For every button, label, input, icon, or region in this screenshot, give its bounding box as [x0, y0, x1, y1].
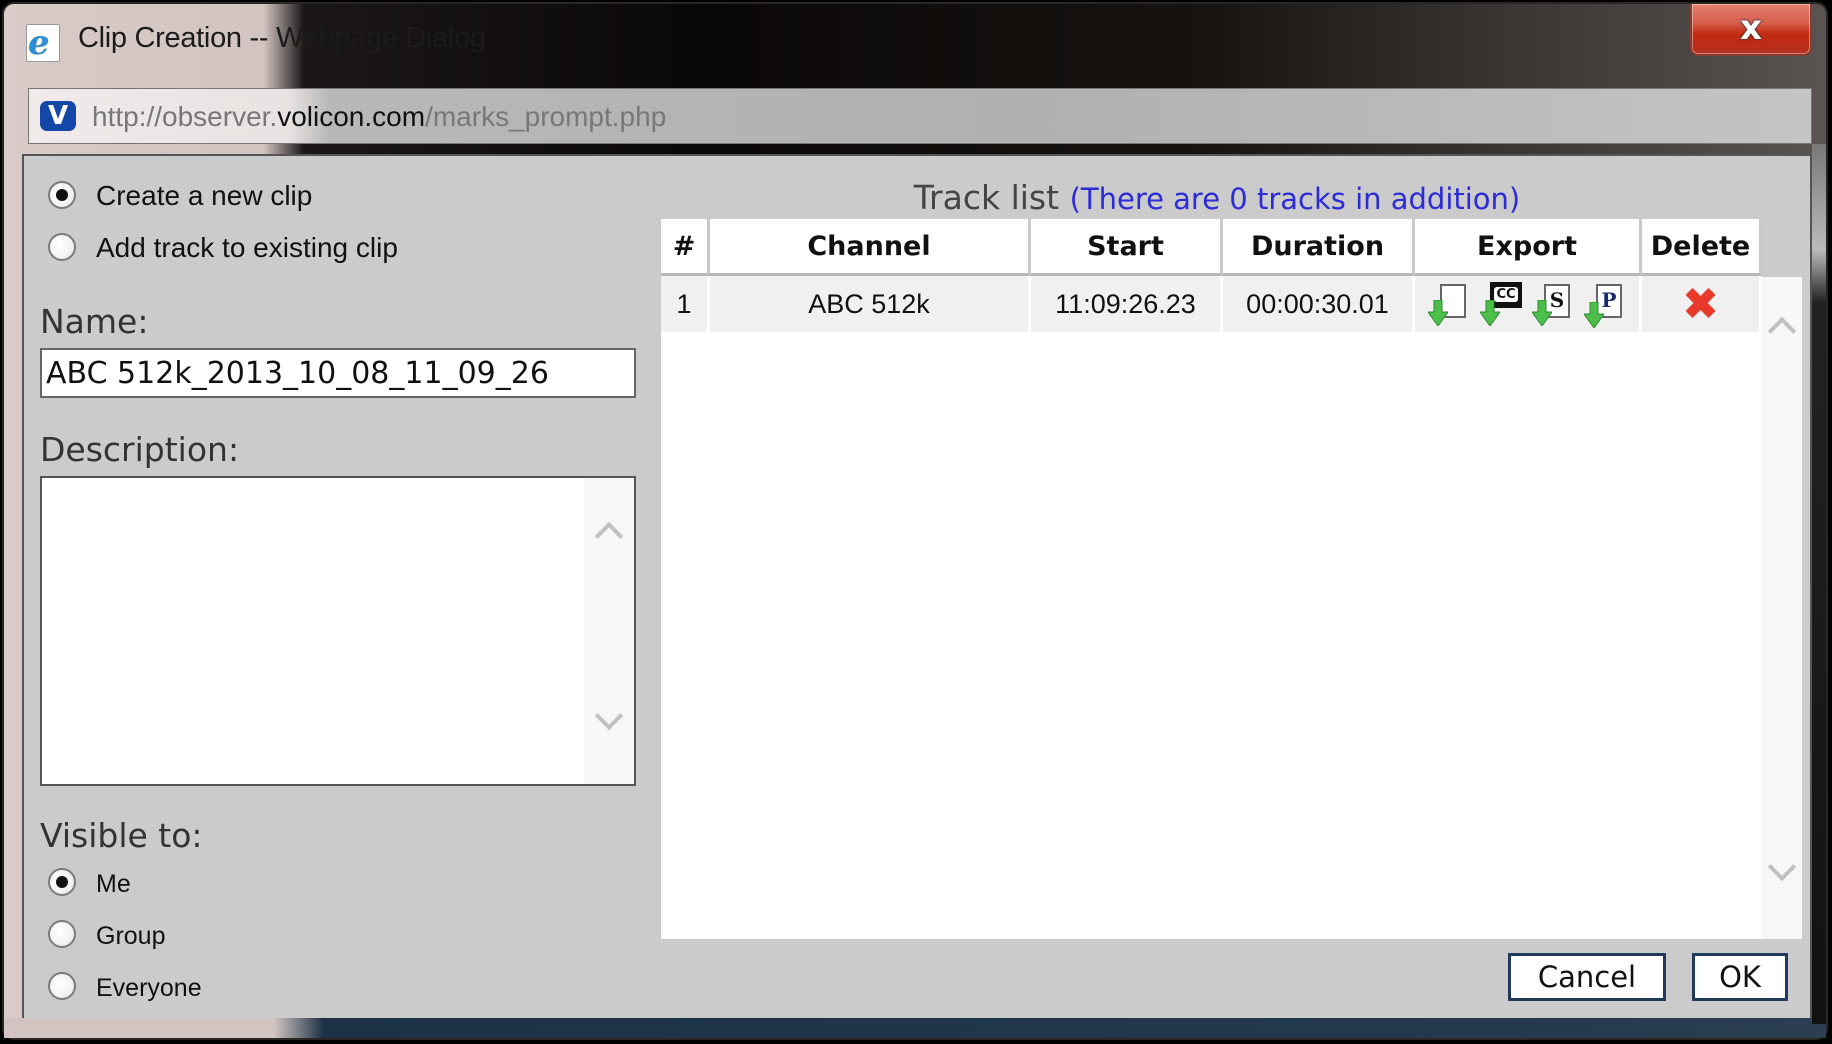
- name-input[interactable]: [40, 348, 636, 398]
- track-channel: ABC 512k: [710, 276, 1031, 332]
- url-path: /marks_prompt.php: [425, 101, 667, 132]
- track-duration: 00:00:30.01: [1223, 276, 1415, 332]
- track-delete-cell: ✖: [1642, 276, 1762, 332]
- track-index: 1: [661, 276, 710, 332]
- track-table: # Channel Start Duration Export Delete 1…: [661, 219, 1762, 332]
- export-p-icon[interactable]: P: [1584, 282, 1626, 328]
- column-header-delete: Delete: [1642, 219, 1762, 276]
- site-favicon-icon: V: [40, 101, 76, 131]
- track-list-title: Track list: [913, 178, 1060, 217]
- column-header-export: Export: [1415, 219, 1642, 276]
- track-start: 11:09:26.23: [1031, 276, 1223, 332]
- radio-visible-group[interactable]: [48, 920, 76, 948]
- description-label: Description:: [40, 430, 240, 469]
- scroll-up-icon[interactable]: [594, 521, 624, 551]
- url-text: http://observer.volicon.com/marks_prompt…: [92, 101, 666, 133]
- radio-visible-me[interactable]: [48, 868, 76, 896]
- track-table-body: [661, 277, 1802, 939]
- radio-label-visible-everyone[interactable]: Everyone: [96, 974, 202, 1003]
- table-scroll-down-icon[interactable]: [1767, 852, 1797, 882]
- description-textarea[interactable]: [42, 478, 582, 784]
- track-list-count-note: (There are 0 tracks in addition): [1069, 182, 1521, 216]
- url-domain: volicon.com: [277, 101, 426, 132]
- column-header-channel[interactable]: Channel: [710, 219, 1031, 276]
- radio-label-add-to-existing-clip[interactable]: Add track to existing clip: [96, 232, 398, 264]
- delete-track-icon[interactable]: ✖: [1682, 279, 1719, 330]
- description-field[interactable]: [40, 476, 636, 786]
- description-scrollbar[interactable]: [584, 478, 634, 784]
- track-list-heading: Track list (There are 0 tracks in additi…: [24, 178, 1810, 217]
- window-bottom-border: [4, 1018, 1826, 1038]
- close-button[interactable]: x: [1690, 4, 1812, 56]
- scroll-down-icon[interactable]: [594, 701, 624, 731]
- export-cc-icon[interactable]: CC: [1480, 282, 1522, 326]
- export-s-icon[interactable]: S: [1532, 282, 1574, 326]
- ok-button[interactable]: OK: [1692, 953, 1788, 1001]
- column-header-start[interactable]: Start: [1031, 219, 1223, 276]
- radio-label-visible-me[interactable]: Me: [96, 870, 131, 899]
- close-icon: x: [1740, 8, 1762, 48]
- table-header-row: # Channel Start Duration Export Delete: [661, 219, 1762, 276]
- title-bar[interactable]: e Clip Creation -- Webpage Dialog x: [4, 4, 1826, 82]
- radio-label-visible-group[interactable]: Group: [96, 922, 165, 951]
- name-label: Name:: [40, 302, 149, 341]
- track-table-scrollbar[interactable]: [1762, 277, 1802, 939]
- url-prefix: http://observer.: [92, 101, 278, 132]
- table-scroll-up-icon[interactable]: [1767, 316, 1797, 346]
- cancel-button[interactable]: Cancel: [1508, 953, 1666, 1001]
- table-row[interactable]: 1 ABC 512k 11:09:26.23 00:00:30.01 CC S …: [661, 276, 1762, 332]
- radio-visible-everyone[interactable]: [48, 972, 76, 1000]
- export-video-icon[interactable]: [1428, 282, 1470, 326]
- dialog-window: e Clip Creation -- Webpage Dialog x V ht…: [2, 2, 1828, 1040]
- dialog-content: Create a new clip Add track to existing …: [22, 154, 1812, 1022]
- address-bar: V http://observer.volicon.com/marks_prom…: [28, 88, 1812, 144]
- track-export-cell: CC S P: [1415, 276, 1642, 332]
- column-header-index[interactable]: #: [661, 219, 710, 276]
- window-title: Clip Creation -- Webpage Dialog: [78, 22, 486, 54]
- visible-to-label: Visible to:: [40, 816, 203, 855]
- ie-icon: e: [26, 23, 60, 63]
- radio-add-to-existing-clip[interactable]: [48, 233, 76, 261]
- window-right-border: [1812, 144, 1826, 1024]
- track-table-container: # Channel Start Duration Export Delete 1…: [661, 219, 1802, 939]
- column-header-duration[interactable]: Duration: [1223, 219, 1415, 276]
